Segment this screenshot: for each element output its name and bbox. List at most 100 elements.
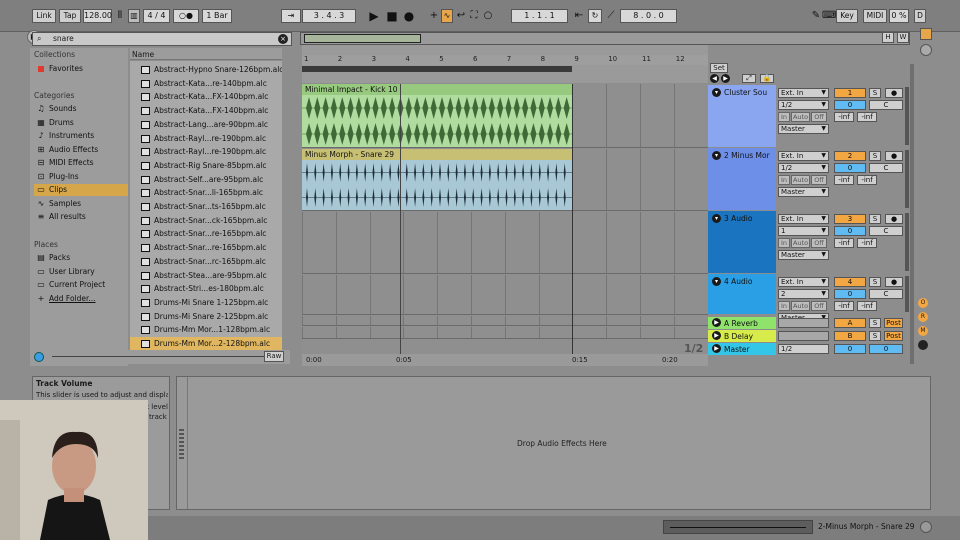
track-header[interactable]: ▾ 2 Minus Mor: [708, 148, 776, 210]
song-position-field[interactable]: 3 . 4 . 3: [302, 9, 356, 23]
monitor-in-button[interactable]: In: [778, 238, 790, 248]
view-toggle-icon[interactable]: [920, 28, 932, 40]
fold-icon[interactable]: ▾: [712, 277, 721, 286]
file-list-item[interactable]: Abstract-Kata...re-140bpm.alc: [130, 77, 282, 91]
track-name[interactable]: 2 Minus Mor: [724, 151, 770, 160]
track-header[interactable]: ▾ 4 Audio: [708, 274, 776, 314]
monitor-auto-button[interactable]: Auto: [791, 238, 810, 248]
record-icon[interactable]: ●: [403, 9, 415, 23]
clip-title[interactable]: Minimal Impact - Kick 10: [302, 84, 572, 95]
overdub-icon[interactable]: +: [428, 9, 440, 23]
file-list-item[interactable]: Drums-Mi Snare 1-125bpm.alc: [130, 296, 282, 310]
file-list-item[interactable]: Abstract-Stri...es-180bpm.alc: [130, 282, 282, 296]
quantize-menu[interactable]: 1 Bar: [202, 9, 232, 23]
sidebar-item-audio-effects[interactable]: ⊞ Audio Effects: [34, 144, 128, 156]
browser-search-bar[interactable]: ⌕ snare ×: [32, 32, 292, 46]
w-toggle-button[interactable]: W: [897, 32, 909, 43]
file-list-item[interactable]: Drums-Mi Snare 2-125bpm.alc: [130, 310, 282, 324]
sidebar-item-drums[interactable]: ▦ Drums: [34, 117, 128, 129]
nudge-icon[interactable]: ⦀: [114, 9, 126, 23]
tap-tempo-button[interactable]: Tap: [59, 9, 81, 23]
pan-field[interactable]: C: [869, 289, 903, 299]
sidebar-item-all-results[interactable]: ≡ All results: [34, 211, 128, 223]
track-name[interactable]: 3 Audio: [724, 214, 752, 223]
send-a-field[interactable]: -inf: [834, 175, 854, 185]
master-volume-field[interactable]: 0: [834, 344, 866, 354]
file-list-item[interactable]: Abstract-Kata...FX-140bpm.alc: [130, 90, 282, 104]
fold-icon[interactable]: ▶: [712, 318, 721, 327]
loop-length-field[interactable]: 8 . 0 . 0: [620, 9, 677, 23]
send-b-field[interactable]: -inf: [857, 238, 877, 248]
clip-waveform[interactable]: [302, 95, 572, 147]
file-list-item[interactable]: Abstract-Snar...li-165bpm.alc: [130, 186, 282, 200]
metronome-button[interactable]: ○●: [173, 9, 199, 23]
loop-switch-icon[interactable]: ↻: [588, 9, 602, 23]
show-detail-icon[interactable]: [920, 521, 932, 533]
track-lane[interactable]: Minus Morph - Snare 29: [302, 149, 708, 211]
file-list-item[interactable]: Abstract-Hypno Snare-126bpm.alc: [130, 63, 282, 77]
monitor-in-button[interactable]: In: [778, 301, 790, 311]
beat-ruler[interactable]: 1 2 3 4 5 6 7 8 9 10 11 12: [302, 55, 708, 65]
session-record-icon[interactable]: ○: [482, 9, 494, 23]
file-list-item[interactable]: Abstract-Snar...re-165bpm.alc: [130, 227, 282, 241]
key-map-button[interactable]: Key: [836, 9, 858, 23]
follow-icon[interactable]: ⇥: [281, 9, 301, 23]
add-folder-link[interactable]: + Add Folder...: [34, 293, 128, 305]
return-activator-button[interactable]: A: [834, 318, 866, 328]
track-activator-button[interactable]: 3: [834, 214, 866, 224]
file-list-item[interactable]: Abstract-Snar...rc-165bpm.alc: [130, 255, 282, 269]
master-output-menu[interactable]: 1/2: [778, 344, 829, 354]
master-track-header[interactable]: ▶ Master: [708, 343, 776, 355]
track-activator-button[interactable]: 4: [834, 277, 866, 287]
tempo-field[interactable]: 128.00: [83, 9, 112, 23]
time-signature-field[interactable]: 4 / 4: [143, 9, 170, 23]
sidebar-item-samples[interactable]: ∿ Samples: [34, 198, 128, 210]
clip-title[interactable]: Minus Morph - Snare 29: [302, 149, 572, 160]
send-a-field[interactable]: -inf: [834, 301, 854, 311]
fold-icon[interactable]: ▾: [712, 214, 721, 223]
device-drag-handle[interactable]: [179, 429, 184, 459]
re-enable-automation-icon[interactable]: ↩: [455, 9, 467, 23]
track-name[interactable]: B Delay: [724, 332, 753, 341]
arrangement-overview[interactable]: [300, 32, 910, 45]
file-list-item[interactable]: Drums-Mm Mor...1-128bpm.alc: [130, 323, 282, 337]
arm-button[interactable]: ●: [885, 151, 903, 161]
monitor-off-button[interactable]: Off: [811, 112, 827, 122]
midi-map-button[interactable]: MIDI: [863, 9, 887, 23]
track-activator-button[interactable]: 2: [834, 151, 866, 161]
crossfader-toggle-icon[interactable]: [918, 340, 928, 350]
monitor-auto-button[interactable]: Auto: [791, 175, 810, 185]
preview-scrubber[interactable]: [52, 356, 264, 357]
solo-button[interactable]: S: [869, 151, 881, 161]
file-list-item[interactable]: Abstract-Kata...FX-140bpm.alc: [130, 104, 282, 118]
loop-start-field[interactable]: 1 . 1 . 1: [511, 9, 568, 23]
sidebar-item-clips[interactable]: ▭ Clips: [34, 184, 128, 196]
monitor-in-button[interactable]: In: [778, 112, 790, 122]
fold-icon[interactable]: ▾: [712, 88, 721, 97]
track-name[interactable]: Master: [724, 345, 750, 354]
monitor-auto-button[interactable]: Auto: [791, 112, 810, 122]
volume-field[interactable]: 0: [834, 289, 866, 299]
arm-button[interactable]: ●: [885, 88, 903, 98]
track-header[interactable]: ▾ Cluster Sou: [708, 85, 776, 147]
solo-button[interactable]: S: [869, 88, 881, 98]
monitor-off-button[interactable]: Off: [811, 238, 827, 248]
clip-waveform[interactable]: [302, 160, 572, 210]
return-track-header[interactable]: ▶ B Delay: [708, 330, 776, 342]
input-channel-menu[interactable]: 1/2 ▼: [778, 163, 829, 173]
file-list-item[interactable]: Abstract-Stea...are-95bpm.alc: [130, 269, 282, 283]
file-list-item[interactable]: Drums-Mm Mor...2-128bpm.alc: [130, 337, 282, 351]
file-list-item[interactable]: Abstract-Lang...are-90bpm.alc: [130, 118, 282, 132]
sidebar-item-favorites[interactable]: Favorites: [34, 63, 128, 75]
file-list-item[interactable]: Abstract-Snar...ck-165bpm.alc: [130, 214, 282, 228]
clip-overview-strip[interactable]: [663, 520, 813, 534]
track-header[interactable]: ▾ 3 Audio: [708, 211, 776, 273]
link-button[interactable]: Link: [32, 9, 56, 23]
solo-button[interactable]: S: [869, 277, 881, 287]
automation-arm-icon[interactable]: ∿: [441, 9, 453, 23]
draw-mode-icon[interactable]: ✎: [810, 9, 822, 23]
set-locator-button[interactable]: Set: [710, 63, 728, 73]
solo-button[interactable]: S: [869, 214, 881, 224]
search-input[interactable]: snare: [53, 34, 74, 43]
master-pan-field[interactable]: 0: [869, 344, 903, 354]
